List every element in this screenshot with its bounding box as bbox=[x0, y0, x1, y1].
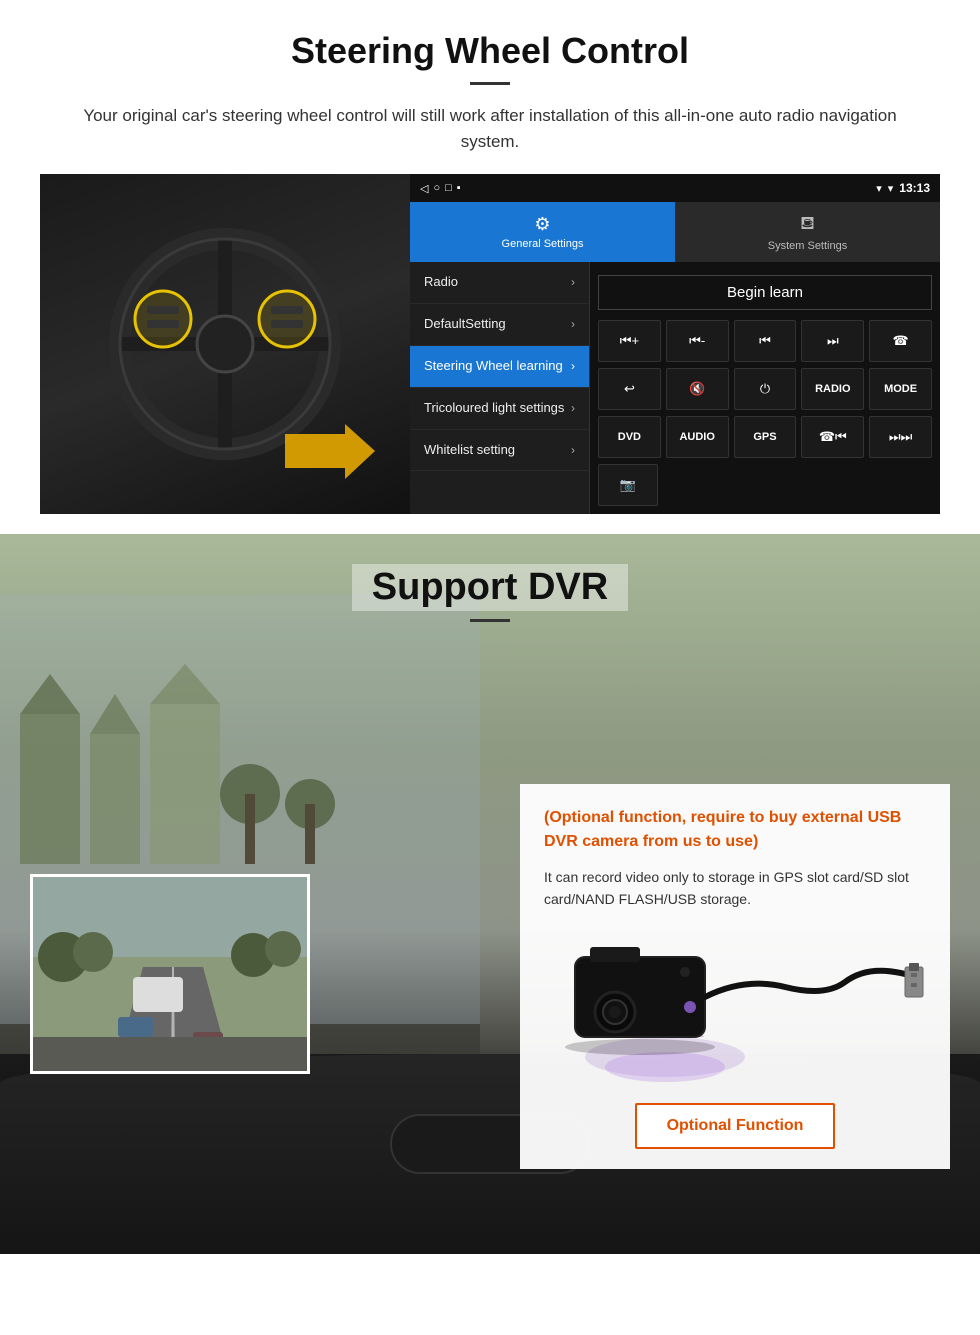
statusbar-time: 13:13 bbox=[899, 181, 930, 195]
dvr-title-area: Support DVR bbox=[0, 534, 980, 632]
menu-item-radio[interactable]: Radio › bbox=[410, 262, 589, 304]
android-ui-panel: ◁ ○ □ ▪ ▾ ▾ 13:13 ⚙ General Settings bbox=[410, 174, 940, 514]
chevron-icon: › bbox=[571, 443, 575, 457]
steering-section: Steering Wheel Control Your original car… bbox=[0, 0, 980, 534]
dvr-title: Support DVR bbox=[352, 564, 628, 611]
nav-icons: ◁ ○ □ ▪ bbox=[420, 182, 461, 195]
vol-up-button[interactable]: ⏮+ bbox=[598, 320, 661, 362]
menu-item-steering[interactable]: Steering Wheel learning › bbox=[410, 346, 589, 388]
optional-function-button[interactable]: Optional Function bbox=[635, 1103, 835, 1149]
prev-track-button[interactable]: ⏮ bbox=[734, 320, 797, 362]
gps-button[interactable]: GPS bbox=[734, 416, 797, 458]
camera-icon: 📷 bbox=[620, 477, 636, 493]
gear-icon: ⚙ bbox=[534, 214, 550, 235]
menu-item-tricoloured[interactable]: Tricoloured light settings › bbox=[410, 388, 589, 430]
android-statusbar: ◁ ○ □ ▪ ▾ ▾ 13:13 bbox=[410, 174, 940, 202]
tab-system-settings[interactable]: ⛾ System Settings bbox=[675, 202, 940, 262]
dvr-camera-svg bbox=[545, 927, 925, 1087]
mode-button[interactable]: MODE bbox=[869, 368, 932, 410]
dvr-divider bbox=[470, 619, 510, 622]
android-content: Radio › DefaultSetting › Steering Wheel … bbox=[410, 262, 940, 514]
steering-composite: ◁ ○ □ ▪ ▾ ▾ 13:13 ⚙ General Settings bbox=[40, 174, 940, 514]
dvr-section: Support DVR bbox=[0, 534, 980, 1254]
control-row-3: DVD AUDIO GPS ☎⏮ ⏭⏭ bbox=[598, 416, 932, 458]
android-menu: Radio › DefaultSetting › Steering Wheel … bbox=[410, 262, 590, 514]
steering-photo bbox=[40, 174, 410, 514]
mute-button[interactable]: 🔇 bbox=[666, 368, 729, 410]
next-track-button[interactable]: ⏭ bbox=[801, 320, 864, 362]
dvr-optional-text: (Optional function, require to buy exter… bbox=[544, 806, 926, 854]
dvr-description: It can record video only to storage in G… bbox=[544, 866, 926, 911]
control-row-2: ↩ 🔇 ⏻ RADIO MODE bbox=[598, 368, 932, 410]
tab-system-label: System Settings bbox=[768, 240, 847, 252]
arrow-icon bbox=[285, 424, 375, 479]
dvr-preview-image bbox=[30, 874, 310, 1074]
tab-general-label: General Settings bbox=[502, 238, 584, 250]
menu-item-whitelist[interactable]: Whitelist setting › bbox=[410, 430, 589, 472]
signal-icon: ▾ bbox=[876, 182, 882, 195]
steering-title: Steering Wheel Control bbox=[40, 30, 940, 72]
title-divider bbox=[470, 82, 510, 85]
dvd-button[interactable]: DVD bbox=[598, 416, 661, 458]
dvr-preview-svg bbox=[33, 877, 310, 1074]
power-button[interactable]: ⏻ bbox=[734, 368, 797, 410]
menu-radio-label: Radio bbox=[424, 274, 458, 291]
tab-general-settings[interactable]: ⚙ General Settings bbox=[410, 202, 675, 262]
audio-button[interactable]: AUDIO bbox=[666, 416, 729, 458]
skip-button[interactable]: ⏭⏭ bbox=[869, 416, 932, 458]
radio-button[interactable]: RADIO bbox=[801, 368, 864, 410]
camera-button[interactable]: 📷 bbox=[598, 464, 658, 506]
control-row-1: ⏮+ ⏮- ⏮ ⏭ ☎ bbox=[598, 320, 932, 362]
android-right-panel: Begin learn ⏮+ ⏮- ⏮ bbox=[590, 262, 940, 514]
menu-default-label: DefaultSetting bbox=[424, 316, 506, 333]
dvr-info-card: (Optional function, require to buy exter… bbox=[520, 784, 950, 1169]
hangup-button[interactable]: ↩ bbox=[598, 368, 661, 410]
chevron-icon: › bbox=[571, 401, 575, 415]
system-icon: ⛾ bbox=[800, 213, 815, 237]
vol-down-button[interactable]: ⏮- bbox=[666, 320, 729, 362]
begin-learn-button[interactable]: Begin learn bbox=[598, 275, 932, 310]
phone-button[interactable]: ☎ bbox=[869, 320, 932, 362]
chevron-icon: › bbox=[571, 275, 575, 289]
menu-whitelist-label: Whitelist setting bbox=[424, 442, 515, 459]
phone-prev-button[interactable]: ☎⏮ bbox=[801, 416, 864, 458]
dvr-camera-image bbox=[544, 927, 926, 1087]
menu-item-defaultsetting[interactable]: DefaultSetting › bbox=[410, 304, 589, 346]
dvr-preview-inner bbox=[33, 877, 307, 1071]
chevron-icon: › bbox=[571, 317, 575, 331]
begin-learn-area: Begin learn bbox=[598, 270, 932, 314]
control-row-4: 📷 bbox=[598, 464, 932, 506]
chevron-icon: › bbox=[571, 359, 575, 373]
steering-subtitle: Your original car's steering wheel contr… bbox=[80, 103, 900, 154]
menu-steering-label: Steering Wheel learning bbox=[424, 358, 563, 375]
android-tabs: ⚙ General Settings ⛾ System Settings bbox=[410, 202, 940, 262]
menu-tricolour-label: Tricoloured light settings bbox=[424, 400, 564, 417]
status-right: ▾ ▾ 13:13 bbox=[876, 181, 930, 195]
wifi-icon: ▾ bbox=[888, 182, 894, 195]
